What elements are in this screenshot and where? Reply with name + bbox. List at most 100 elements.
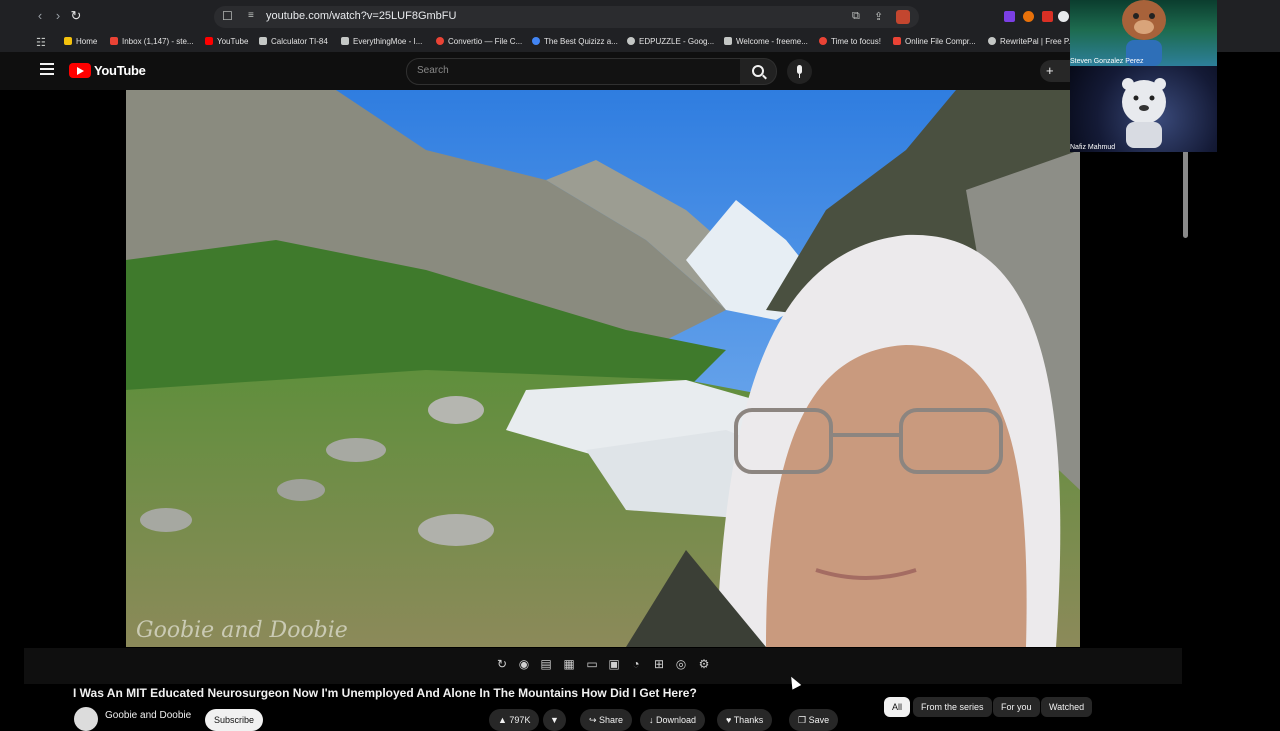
bookmark-item[interactable]: The Best Quizizz a... bbox=[532, 37, 618, 46]
play-icon bbox=[724, 37, 732, 45]
calculator-icon bbox=[259, 37, 267, 45]
participant-tile[interactable]: Steven Gonzalez Perez bbox=[1070, 0, 1217, 66]
thanks-button[interactable]: ♥ Thanks bbox=[717, 709, 773, 731]
bookmark-label: Welcome - freeme... bbox=[736, 37, 808, 46]
bookmark-item[interactable]: EDPUZZLE - Goog... bbox=[627, 37, 714, 46]
site-settings-icon[interactable]: ≡ bbox=[248, 10, 254, 21]
add-icon[interactable]: ⊞ bbox=[652, 657, 666, 671]
save-icon: ❐ bbox=[798, 715, 809, 725]
bookmark-item[interactable]: Time to focus! bbox=[819, 37, 881, 46]
share-icon[interactable]: ⇪ bbox=[874, 10, 883, 23]
participant-name: Steven Gonzalez Perez bbox=[1070, 58, 1144, 65]
screenshot-icon[interactable]: ◎ bbox=[674, 657, 688, 671]
share-label: Share bbox=[599, 715, 624, 725]
participant-tile[interactable]: Nafiz Mahmud bbox=[1070, 66, 1217, 152]
compress-icon bbox=[893, 37, 901, 45]
theater-icon[interactable]: ▭ bbox=[585, 657, 599, 671]
video-title: I Was An MIT Educated Neurosurgeon Now I… bbox=[73, 686, 697, 700]
audio-icon[interactable]: ◉ bbox=[517, 657, 531, 671]
create-button[interactable]: + bbox=[1040, 60, 1070, 82]
folder-icon bbox=[64, 37, 72, 45]
video-player[interactable]: Goobie and Doobie bbox=[126, 90, 1080, 647]
thumbs-down-icon: ▼ bbox=[550, 715, 559, 725]
url-text: youtube.com/watch?v=25LUF8GmbFU bbox=[266, 10, 457, 22]
search-placeholder: Search bbox=[417, 65, 449, 76]
chip-from-the-series[interactable]: From the series bbox=[913, 697, 992, 717]
page-icon bbox=[341, 37, 349, 45]
focus-icon bbox=[819, 37, 827, 45]
polar-bear-avatar-icon bbox=[1122, 78, 1166, 148]
channel-avatar[interactable] bbox=[74, 707, 98, 731]
chip-watched[interactable]: Watched bbox=[1041, 697, 1093, 717]
gear-icon[interactable]: ⚙ bbox=[697, 657, 711, 671]
reload-icon[interactable]: ↻ bbox=[68, 8, 84, 24]
youtube-header: YouTube Search + bbox=[0, 52, 1070, 90]
player-controls-bar bbox=[24, 648, 1182, 684]
bookmark-label: RewritePal | Free P... bbox=[1000, 37, 1075, 46]
bookmark-label: Inbox (1,147) - ste... bbox=[122, 37, 194, 46]
menu-icon[interactable] bbox=[40, 63, 54, 78]
apps-grid-icon[interactable]: ☷ bbox=[36, 36, 46, 49]
bookmark-item[interactable]: EverythingMoe - I... bbox=[341, 37, 422, 46]
bookmark-label: Calculator TI-84 bbox=[271, 37, 328, 46]
voice-search-button[interactable] bbox=[787, 59, 812, 84]
download-icon: ↓ bbox=[649, 715, 657, 725]
search-input[interactable]: Search bbox=[406, 58, 741, 85]
forward-icon[interactable]: › bbox=[50, 8, 66, 24]
globe-icon bbox=[532, 37, 540, 45]
edpuzzle-icon bbox=[627, 37, 635, 45]
back-icon[interactable]: ‹ bbox=[32, 8, 48, 24]
youtube-icon bbox=[205, 37, 213, 45]
scrollbar[interactable] bbox=[1183, 150, 1188, 238]
chip-all[interactable]: All bbox=[884, 697, 911, 717]
clapper-icon[interactable]: ▦ bbox=[562, 657, 576, 671]
plus-icon: + bbox=[1046, 63, 1054, 78]
bookmark-star-icon[interactable]: ☐ bbox=[222, 9, 233, 23]
open-in-new-icon[interactable]: ⧉ bbox=[852, 10, 860, 23]
gmail-icon bbox=[110, 37, 118, 45]
extension-icon[interactable] bbox=[1042, 11, 1053, 22]
bookmark-item[interactable]: Calculator TI-84 bbox=[259, 37, 328, 46]
like-button[interactable]: ▲ 797K bbox=[489, 709, 540, 731]
brave-shield-icon[interactable] bbox=[896, 10, 910, 24]
save-button[interactable]: ❐ Save bbox=[789, 709, 839, 731]
download-button[interactable]: ↓ Download bbox=[640, 709, 706, 731]
thumbs-up-icon: ▲ bbox=[498, 715, 510, 725]
bookmark-item[interactable]: Welcome - freeme... bbox=[724, 37, 808, 46]
pip-icon[interactable]: ▣ bbox=[607, 657, 621, 671]
search-icon bbox=[752, 65, 764, 77]
bookmark-label: Online File Compr... bbox=[905, 37, 976, 46]
video-watermark: Goobie and Doobie bbox=[136, 618, 348, 643]
subscribe-button[interactable]: Subscribe bbox=[205, 709, 263, 731]
logo-text: YouTube bbox=[94, 63, 146, 78]
channel-name[interactable]: Goobie and Doobie bbox=[105, 710, 191, 721]
profile-icon[interactable] bbox=[1058, 11, 1069, 22]
loop-icon[interactable]: ↻ bbox=[495, 657, 509, 671]
address-bar[interactable]: ☐ ≡ youtube.com/watch?v=25LUF8GmbFU ⧉ ⇪ bbox=[214, 6, 919, 28]
chip-for-you[interactable]: For you bbox=[993, 697, 1040, 717]
search-button[interactable] bbox=[740, 58, 777, 85]
subtitles-icon[interactable]: ▤ bbox=[539, 657, 553, 671]
share-icon: ↪ bbox=[589, 715, 600, 725]
bookmark-label: Convertio — File C... bbox=[448, 37, 523, 46]
bookmark-item[interactable]: YouTube bbox=[205, 37, 248, 46]
speed-icon[interactable]: ◔ bbox=[629, 657, 643, 671]
like-count: 797K bbox=[509, 715, 531, 725]
bookmark-item[interactable]: Home bbox=[64, 37, 97, 46]
share-button[interactable]: ↪ Share bbox=[580, 709, 633, 731]
dislike-button[interactable]: ▼ bbox=[543, 709, 566, 731]
bookmark-item[interactable]: Convertio — File C... bbox=[436, 37, 522, 46]
bookmark-item[interactable]: Online File Compr... bbox=[893, 37, 976, 46]
extension-icon[interactable] bbox=[1023, 11, 1034, 22]
extension-icon[interactable] bbox=[1004, 11, 1015, 22]
video-frame bbox=[126, 90, 1080, 647]
save-label: Save bbox=[808, 715, 830, 725]
bookmark-item[interactable]: RewritePal | Free P... bbox=[988, 37, 1075, 46]
thanks-icon: ♥ bbox=[726, 715, 734, 725]
bookmark-label: Home bbox=[76, 37, 98, 46]
bookmark-label: The Best Quizizz a... bbox=[544, 37, 618, 46]
bookmark-item[interactable]: Inbox (1,147) - ste... bbox=[110, 37, 194, 46]
thanks-label: Thanks bbox=[733, 715, 764, 725]
bookmark-label: YouTube bbox=[217, 37, 249, 46]
bookmark-label: EDPUZZLE - Goog... bbox=[639, 37, 715, 46]
